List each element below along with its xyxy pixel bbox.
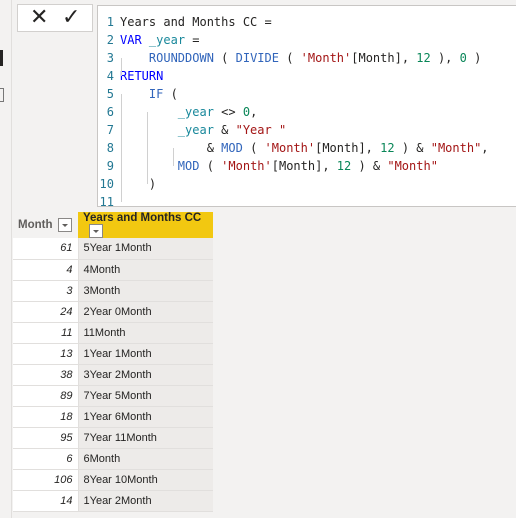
report-view-icon[interactable] xyxy=(0,50,3,66)
table-row[interactable]: 89 7Year 5Month xyxy=(13,385,213,407)
code-text: ) xyxy=(120,177,157,191)
years-months-cell[interactable]: 1Year 2Month xyxy=(78,490,213,512)
indent-guide xyxy=(121,58,122,76)
cancel-icon[interactable]: ✕ xyxy=(30,6,48,30)
line-number: 9 xyxy=(106,159,114,173)
indent-guide xyxy=(121,94,122,202)
month-cell[interactable]: 3 xyxy=(13,280,79,302)
years-months-cell[interactable]: 2Year 0Month xyxy=(78,301,213,323)
month-cell[interactable]: 6 xyxy=(13,448,79,470)
indent-guide xyxy=(173,148,174,166)
left-pane xyxy=(0,0,12,518)
column-header-month[interactable]: Month xyxy=(13,212,78,238)
line-number: 5 xyxy=(106,87,114,101)
month-cell[interactable]: 14 xyxy=(13,490,79,512)
line-number: 1 xyxy=(106,15,114,29)
table-row[interactable]: 24 2Year 0Month xyxy=(13,301,213,323)
month-cell[interactable]: 61 xyxy=(13,238,79,260)
line-number: 6 xyxy=(106,105,114,119)
table-row[interactable]: 11 11Month xyxy=(13,322,213,344)
dax-formula-editor[interactable]: 1 Years and Months CC = 2 VAR _year = 3 ROUN… xyxy=(97,5,516,209)
line-number: 2 xyxy=(106,33,114,47)
month-cell[interactable]: 18 xyxy=(13,406,79,428)
line-number: 10 xyxy=(99,177,114,191)
code-text: _year <> 0, xyxy=(177,105,258,119)
table-row[interactable]: 3 3Month xyxy=(13,280,213,302)
code-text: ROUNDDOWN ( DIVIDE ( 'Month'[Month], 12 … xyxy=(148,51,482,65)
month-cell[interactable]: 11 xyxy=(13,322,79,344)
table-row[interactable]: 95 7Year 11Month xyxy=(13,427,213,449)
years-months-cell[interactable]: 1Year 6Month xyxy=(78,406,213,428)
table-row[interactable]: 13 1Year 1Month xyxy=(13,343,213,365)
years-months-cell[interactable]: 3Year 2Month xyxy=(78,364,213,386)
table-row[interactable]: 14 1Year 2Month xyxy=(13,490,213,512)
years-months-cell[interactable]: 4Month xyxy=(78,259,213,281)
line-number: 8 xyxy=(106,141,114,155)
years-months-cell[interactable]: 3Month xyxy=(78,280,213,302)
formula-commit-box: ✕ ✓ xyxy=(17,4,93,32)
model-view-icon[interactable] xyxy=(0,88,4,102)
commit-check-icon[interactable]: ✓ xyxy=(62,6,80,30)
line-number: 7 xyxy=(106,123,114,137)
line-number: 4 xyxy=(106,69,114,83)
month-cell[interactable]: 4 xyxy=(13,259,79,281)
indent-guide xyxy=(147,112,148,184)
table-row[interactable]: 38 3Year 2Month xyxy=(13,364,213,386)
code-text: _year & "Year " xyxy=(177,123,287,137)
code-text: RETURN xyxy=(120,69,164,83)
month-cell[interactable]: 24 xyxy=(13,301,79,323)
years-months-cell[interactable]: 7Year 5Month xyxy=(78,385,213,407)
years-months-cell[interactable]: 6Month xyxy=(78,448,213,470)
code-text: Years and Months CC = xyxy=(120,15,272,29)
years-months-cell[interactable]: 7Year 11Month xyxy=(78,427,213,449)
month-cell[interactable]: 106 xyxy=(13,469,79,491)
line-number: 11 xyxy=(99,195,114,209)
years-months-cell[interactable]: 11Month xyxy=(78,322,213,344)
code-text: IF ( xyxy=(148,87,178,101)
line-number: 3 xyxy=(106,51,114,65)
years-months-cell[interactable]: 1Year 1Month xyxy=(78,343,213,365)
code-text: & MOD ( 'Month'[Month], 12 ) & "Month", xyxy=(120,141,489,155)
table-row[interactable]: 4 4Month xyxy=(13,259,213,281)
code-text: VAR _year = xyxy=(120,33,200,47)
month-cell[interactable]: 89 xyxy=(13,385,79,407)
years-months-cell[interactable]: 8Year 10Month xyxy=(78,469,213,491)
month-cell[interactable]: 95 xyxy=(13,427,79,449)
column-header-years-and-months-cc[interactable]: Years and Months CC xyxy=(78,212,213,238)
filter-dropdown-icon[interactable] xyxy=(58,218,73,232)
table-row[interactable]: 61 5Year 1Month xyxy=(13,238,213,260)
table-row[interactable]: 18 1Year 6Month xyxy=(13,406,213,428)
data-table: Month Years and Months CC 61 5Year 1Month… xyxy=(13,212,213,512)
table-row[interactable]: 6 6Month xyxy=(13,448,213,470)
table-row[interactable]: 106 8Year 10Month xyxy=(13,469,213,491)
month-cell[interactable]: 38 xyxy=(13,364,79,386)
month-cell[interactable]: 13 xyxy=(13,343,79,365)
years-months-cell[interactable]: 5Year 1Month xyxy=(78,238,213,260)
filter-dropdown-icon[interactable] xyxy=(89,224,103,238)
code-text: MOD ( 'Month'[Month], 12 ) & "Month" xyxy=(177,159,438,173)
